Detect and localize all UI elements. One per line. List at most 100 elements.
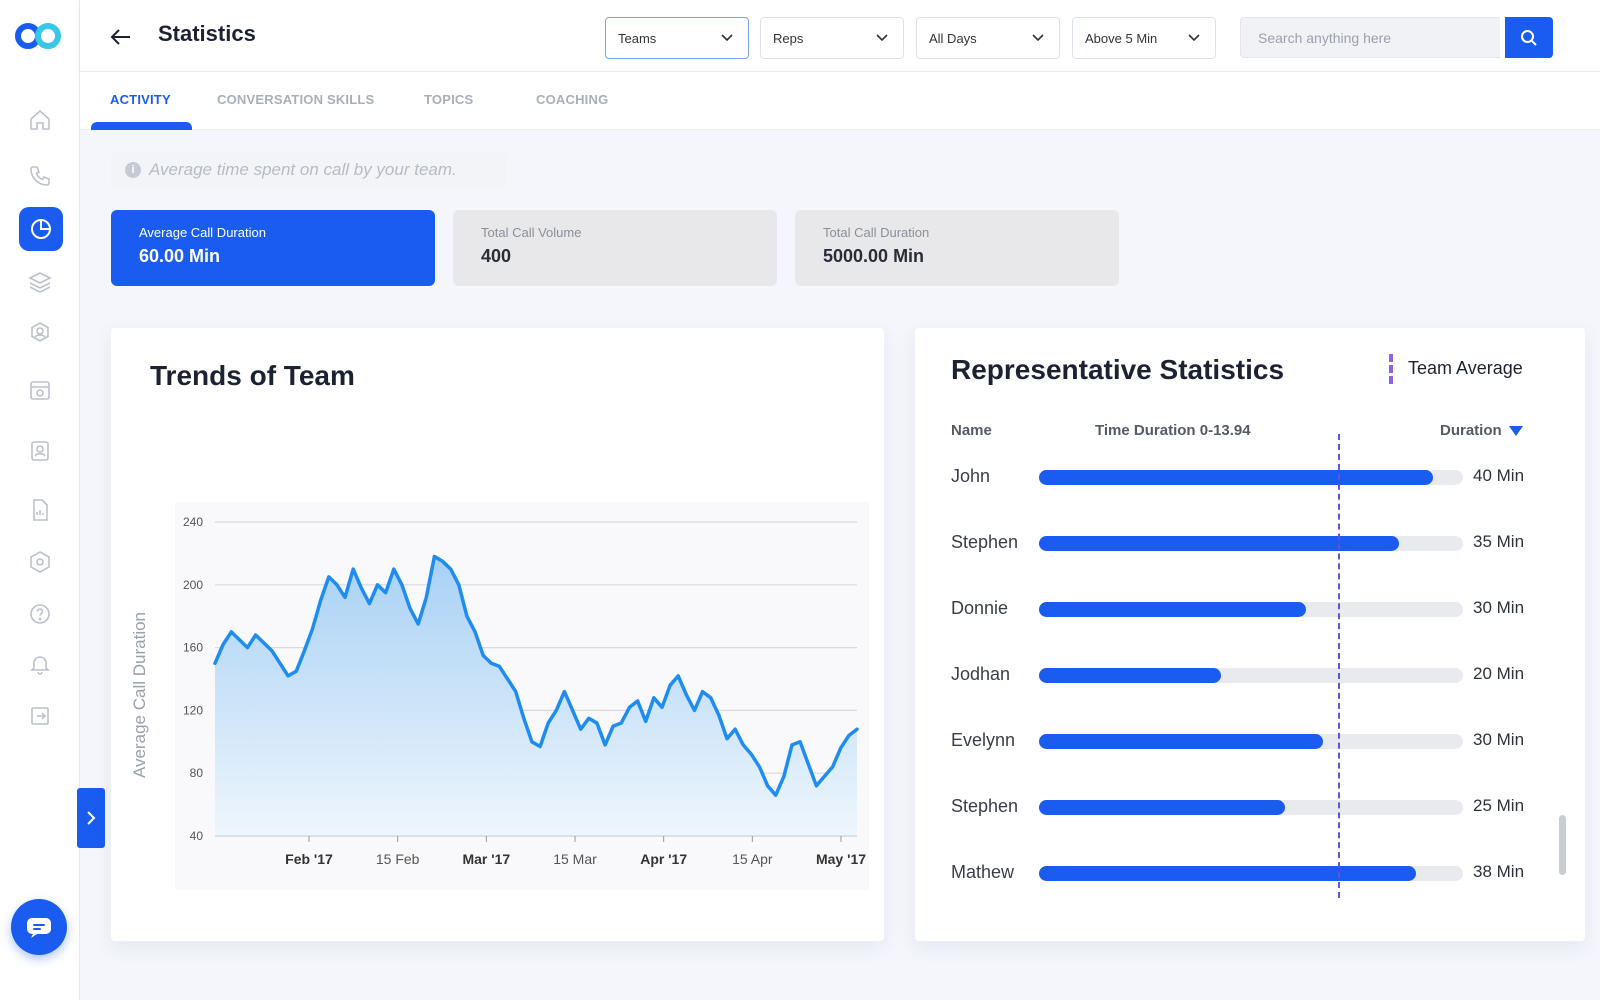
team-average-line	[1338, 434, 1340, 898]
rep-name: Evelynn	[951, 730, 1016, 750]
layers-icon[interactable]	[20, 262, 60, 302]
info-icon: i	[125, 162, 141, 178]
page-title: Statistics	[158, 21, 256, 46]
stat-label: Total Call Volume	[481, 225, 582, 240]
y-tick-label: 40	[190, 829, 204, 843]
rep-duration-track	[1039, 800, 1463, 815]
y-tick-label: 80	[190, 766, 204, 780]
trends-panel-title: Trends of Team	[150, 360, 355, 391]
rep-duration-bar	[1039, 470, 1434, 485]
y-tick-label: 120	[183, 703, 203, 717]
tab-activity[interactable]: ACTIVITY	[110, 92, 171, 107]
rep-duration-value: 38 Min	[1473, 862, 1525, 881]
search-box	[1240, 17, 1500, 58]
search-button[interactable]	[1505, 17, 1553, 58]
teams-filter-dropdown[interactable]: Teams	[605, 17, 749, 59]
rep-duration-value: 35 Min	[1473, 532, 1525, 551]
app-logo[interactable]	[14, 20, 64, 52]
stat-label: Average Call Duration	[139, 225, 266, 240]
stat-card-average-call-duration[interactable]: Average Call Duration 60.00 Min	[111, 210, 435, 286]
days-filter-dropdown[interactable]: All Days	[916, 17, 1060, 59]
rep-name: Stephen	[951, 532, 1019, 552]
stat-value: 400	[481, 246, 512, 266]
rep-name: Stephen	[951, 796, 1019, 816]
expand-sidebar-button[interactable]	[77, 788, 105, 848]
rep-duration-track	[1039, 602, 1463, 617]
phone-icon[interactable]	[20, 156, 60, 196]
chevron-down-icon	[1188, 34, 1200, 42]
x-tick-label: Feb '17	[285, 851, 333, 867]
logout-icon[interactable]	[20, 696, 60, 736]
column-header-time-range: Time Duration 0-13.94	[1095, 422, 1251, 439]
active-tab-indicator	[91, 122, 192, 130]
rep-duration-bar	[1039, 536, 1400, 551]
x-tick-label: May '17	[816, 851, 866, 867]
x-tick-label: Apr '17	[640, 851, 687, 867]
rep-duration-track	[1039, 734, 1463, 749]
rep-stats-panel: Representative Statistics Team Average N…	[915, 328, 1585, 941]
tab-conversation-skills[interactable]: CONVERSATION SKILLS	[217, 92, 374, 107]
info-note-text: Average time spent on call by your team.	[149, 160, 457, 179]
column-header-name: Name	[951, 422, 992, 439]
trends-panel: Trends of Team 240 200 160 120 80 40 Feb '17 15…	[111, 328, 884, 941]
rep-duration-track	[1039, 866, 1463, 881]
scrollbar[interactable]	[1559, 815, 1566, 875]
rep-duration-bar	[1039, 866, 1417, 881]
stat-card-total-call-duration[interactable]: Total Call Duration 5000.00 Min	[795, 210, 1119, 286]
series-area	[215, 556, 857, 836]
help-icon[interactable]	[20, 594, 60, 634]
back-arrow-icon[interactable]	[108, 24, 134, 50]
pie-chart-icon[interactable]	[19, 207, 63, 251]
rep-name: John	[951, 466, 991, 486]
chart-plot-area: 240 200 160 120 80 40 Feb '17 15 Feb Mar '17 15 M…	[130, 502, 869, 890]
top-bar: Statistics Teams Reps All Days Above 5 M…	[80, 0, 1600, 72]
info-note: i Average time spent on call by your tea…	[111, 153, 507, 187]
x-tick-label: 15 Feb	[376, 851, 420, 867]
rep-name: Donnie	[951, 598, 1009, 618]
stat-label: Total Call Duration	[823, 225, 930, 240]
x-tick-label: 15 Mar	[553, 851, 597, 867]
duration-header-label: Duration	[1440, 422, 1502, 439]
rep-duration-bar	[1039, 668, 1222, 683]
search-icon	[1521, 29, 1537, 46]
dropdown-label: Above 5 Min	[1085, 30, 1158, 46]
chevron-down-icon	[876, 34, 888, 42]
contact-card-icon[interactable]	[20, 431, 60, 471]
y-axis-label: Average Call Duration	[130, 612, 149, 778]
rep-duration-bar	[1039, 734, 1324, 749]
rep-duration-track	[1039, 536, 1463, 551]
stat-value: 60.00 Min	[139, 246, 221, 266]
rep-duration-track	[1039, 470, 1463, 485]
column-header-duration[interactable]: Duration	[1440, 422, 1523, 439]
dropdown-label: Reps	[773, 30, 804, 46]
chat-icon[interactable]	[11, 899, 67, 955]
tab-coaching[interactable]: COACHING	[536, 92, 608, 107]
rep-duration-value: 40 Min	[1473, 466, 1525, 485]
y-tick-label: 240	[183, 515, 203, 529]
rep-name: Jodhan	[951, 664, 1011, 684]
rep-duration-value: 30 Min	[1473, 730, 1525, 749]
report-icon[interactable]	[20, 490, 60, 530]
user-settings-icon[interactable]	[20, 313, 60, 353]
tab-bar: ACTIVITY CONVERSATION SKILLS TOPICS COAC…	[80, 72, 1600, 130]
rep-duration-value: 20 Min	[1473, 664, 1525, 683]
rep-duration-bar	[1039, 602, 1307, 617]
stat-card-total-call-volume[interactable]: Total Call Volume 400	[453, 210, 777, 286]
sidebar	[0, 0, 80, 1000]
reps-filter-dropdown[interactable]: Reps	[760, 17, 904, 59]
hexagon-settings-icon[interactable]	[20, 542, 60, 582]
x-tick-label: Mar '17	[462, 851, 510, 867]
dropdown-label: Teams	[618, 30, 657, 46]
rep-duration-track	[1039, 668, 1463, 683]
team-average-legend: Team Average	[1408, 358, 1523, 378]
bell-icon[interactable]	[20, 644, 60, 684]
tab-topics[interactable]: TOPICS	[424, 92, 473, 107]
rep-panel-title: Representative Statistics	[951, 354, 1285, 385]
dropdown-label: All Days	[929, 30, 977, 46]
home-icon[interactable]	[20, 100, 60, 140]
search-input[interactable]	[1258, 29, 1488, 46]
calendar-icon[interactable]	[20, 370, 60, 410]
y-tick-label: 200	[183, 578, 203, 592]
rep-name: Mathew	[951, 862, 1015, 882]
duration-filter-dropdown[interactable]: Above 5 Min	[1072, 17, 1216, 59]
